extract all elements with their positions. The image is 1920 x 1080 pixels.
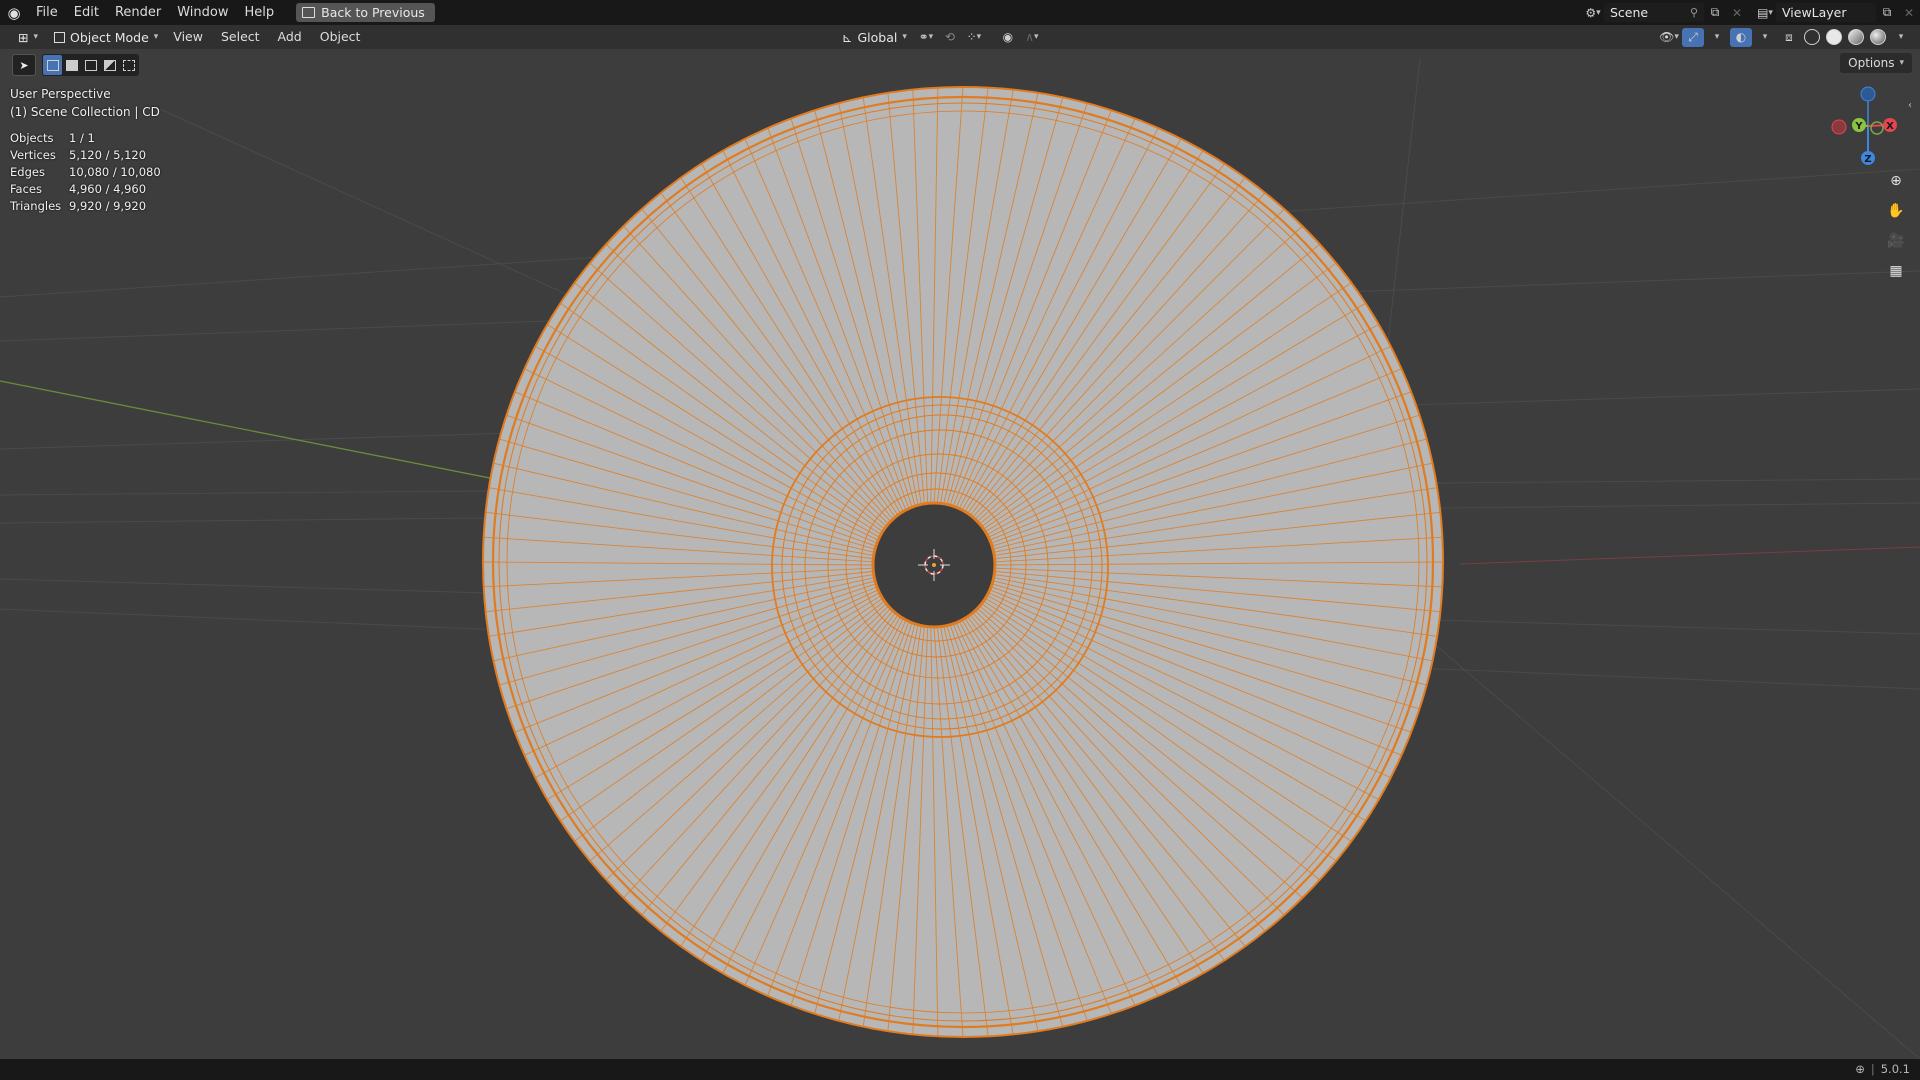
menu-add[interactable]: Add: [269, 25, 311, 49]
solid-shading-icon[interactable]: [1826, 29, 1842, 45]
back-to-previous-label: Back to Previous: [321, 5, 425, 20]
gizmo-toggle-icon[interactable]: ⤢: [1682, 27, 1704, 47]
version-info: ⊕ | 5.0.1: [1855, 1059, 1910, 1080]
stat-row: Objects 1 / 1: [10, 131, 95, 145]
select-tool-icon[interactable]: ➤: [12, 54, 36, 76]
overlays-toggle-icon[interactable]: ◐: [1730, 27, 1752, 47]
neg-z-axis-icon: [1860, 86, 1876, 102]
gizmo-dropdown-icon[interactable]: ▾: [1706, 28, 1728, 47]
scene-statistics: Objects 1 / 1 Vertices 5,120 / 5,120 Edges…: [10, 130, 161, 215]
z-axis-label: Z: [1864, 154, 1871, 165]
delete-scene-icon[interactable]: ✕: [1726, 3, 1748, 22]
globe-icon: ⊕: [1855, 1062, 1865, 1076]
visibility-icon[interactable]: 👁 ▾: [1658, 28, 1680, 47]
snap-toggle-icon[interactable]: ⟲: [939, 28, 961, 47]
3d-viewport[interactable]: [0, 49, 1920, 1059]
new-view-layer-icon[interactable]: ⧉: [1876, 3, 1898, 22]
selection-modes: [42, 54, 139, 76]
options-label: Options: [1848, 56, 1895, 70]
select-extend-icon[interactable]: [62, 55, 81, 75]
chevron-down-icon: ▾: [153, 32, 159, 42]
object-mode-icon: [54, 31, 66, 43]
navigation-gizmo[interactable]: Y X Z: [1818, 82, 1898, 170]
object-mode-label: Object Mode: [70, 29, 149, 45]
cd-mesh[interactable]: [482, 86, 1444, 1038]
menu-window[interactable]: Window: [169, 0, 236, 25]
perspective-toggle-icon[interactable]: ▦: [1884, 259, 1908, 283]
chevron-down-icon: ▾: [1899, 58, 1904, 68]
snap-target-icon[interactable]: ⁘ ▾: [963, 28, 985, 47]
version-label: 5.0.1: [1880, 1062, 1910, 1076]
xray-toggle-icon[interactable]: ⧈: [1778, 28, 1800, 47]
scene-name: Scene: [1610, 5, 1649, 20]
zoom-icon[interactable]: ⊕: [1884, 169, 1908, 193]
view-layer-field[interactable]: ViewLayer: [1776, 3, 1876, 22]
neg-x-axis-icon: [1831, 119, 1847, 135]
scene-selector-icon[interactable]: ⚙ ▾: [1582, 3, 1604, 22]
proportional-falloff-icon[interactable]: ∧ ▾: [1021, 28, 1043, 47]
tool-settings-row: ➤ Options ▾: [0, 49, 1920, 77]
menu-help[interactable]: Help: [237, 0, 283, 25]
collection-label: (1) Scene Collection | CD: [10, 105, 160, 119]
wireframe-shading-icon[interactable]: [1804, 29, 1820, 45]
menu-file[interactable]: File: [28, 0, 66, 25]
options-dropdown[interactable]: Options ▾: [1840, 53, 1912, 73]
stat-row: Edges 10,080 / 10,080: [10, 165, 161, 179]
view-layer-name: ViewLayer: [1782, 5, 1847, 20]
status-bar: ⊕ | 5.0.1: [0, 1059, 1920, 1080]
editor-type-dropdown[interactable]: ⊞ ▾: [12, 28, 44, 47]
chevron-down-icon: ▾: [902, 32, 907, 42]
back-window-icon: [302, 7, 316, 18]
pin-icon[interactable]: ⚲: [1690, 6, 1698, 19]
perspective-label: User Perspective: [10, 87, 111, 101]
viewport-header: ⊞ ▾ Object Mode ▾ View Select Add Object …: [0, 25, 1920, 49]
select-subtract-icon[interactable]: [81, 55, 100, 75]
y-axis-label: Y: [1854, 121, 1863, 132]
menu-select[interactable]: Select: [212, 25, 269, 49]
view-layer-selector-icon[interactable]: ▤ ▾: [1754, 3, 1776, 22]
pivot-point-icon[interactable]: ⚭ ▾: [915, 28, 937, 47]
scene-name-field[interactable]: Scene ⚲: [1604, 3, 1704, 22]
back-to-previous-button[interactable]: Back to Previous: [296, 3, 435, 22]
rendered-shading-icon[interactable]: [1870, 29, 1886, 45]
stat-row: Triangles 9,920 / 9,920: [10, 199, 147, 213]
blender-logo-icon[interactable]: ◉: [0, 0, 28, 25]
neg-y-axis-icon: [1870, 121, 1884, 135]
new-scene-icon[interactable]: ⧉: [1704, 3, 1726, 22]
stat-row: Faces 4,960 / 4,960: [10, 182, 147, 196]
select-intersect-icon[interactable]: [119, 55, 138, 75]
sidebar-toggle-icon[interactable]: ‹: [1908, 100, 1912, 111]
camera-view-icon[interactable]: 🎥: [1884, 229, 1908, 253]
orientation-axes-icon: ⊾: [842, 29, 853, 45]
menu-edit[interactable]: Edit: [66, 0, 107, 25]
stat-row: Vertices 5,120 / 5,120: [10, 148, 147, 162]
menu-view[interactable]: View: [164, 25, 212, 49]
shading-dropdown-icon[interactable]: ▾: [1890, 28, 1912, 47]
editor-type-icon: ⊞: [18, 29, 29, 45]
proportional-editing-icon[interactable]: ◉: [997, 28, 1019, 47]
overlays-dropdown-icon[interactable]: ▾: [1754, 28, 1776, 47]
pan-hand-icon[interactable]: ✋: [1884, 199, 1908, 223]
top-menu-bar: ◉ File Edit Render Window Help Back to P…: [0, 0, 1920, 25]
transform-orientation-dropdown[interactable]: ⊾ Global ▾: [836, 28, 913, 47]
cursor-arrow-icon: ➤: [19, 58, 29, 72]
material-preview-icon[interactable]: [1848, 29, 1864, 45]
menu-render[interactable]: Render: [107, 0, 169, 25]
menu-object[interactable]: Object: [311, 25, 370, 49]
select-new-icon[interactable]: [43, 55, 62, 75]
select-invert-icon[interactable]: [100, 55, 119, 75]
transform-orientation-label: Global: [857, 29, 898, 45]
viewport-info: User Perspective (1) Scene Collection | …: [10, 85, 160, 121]
delete-view-layer-icon[interactable]: ✕: [1898, 3, 1920, 22]
object-mode-dropdown[interactable]: Object Mode ▾: [48, 28, 164, 47]
x-axis-label: X: [1886, 121, 1894, 132]
